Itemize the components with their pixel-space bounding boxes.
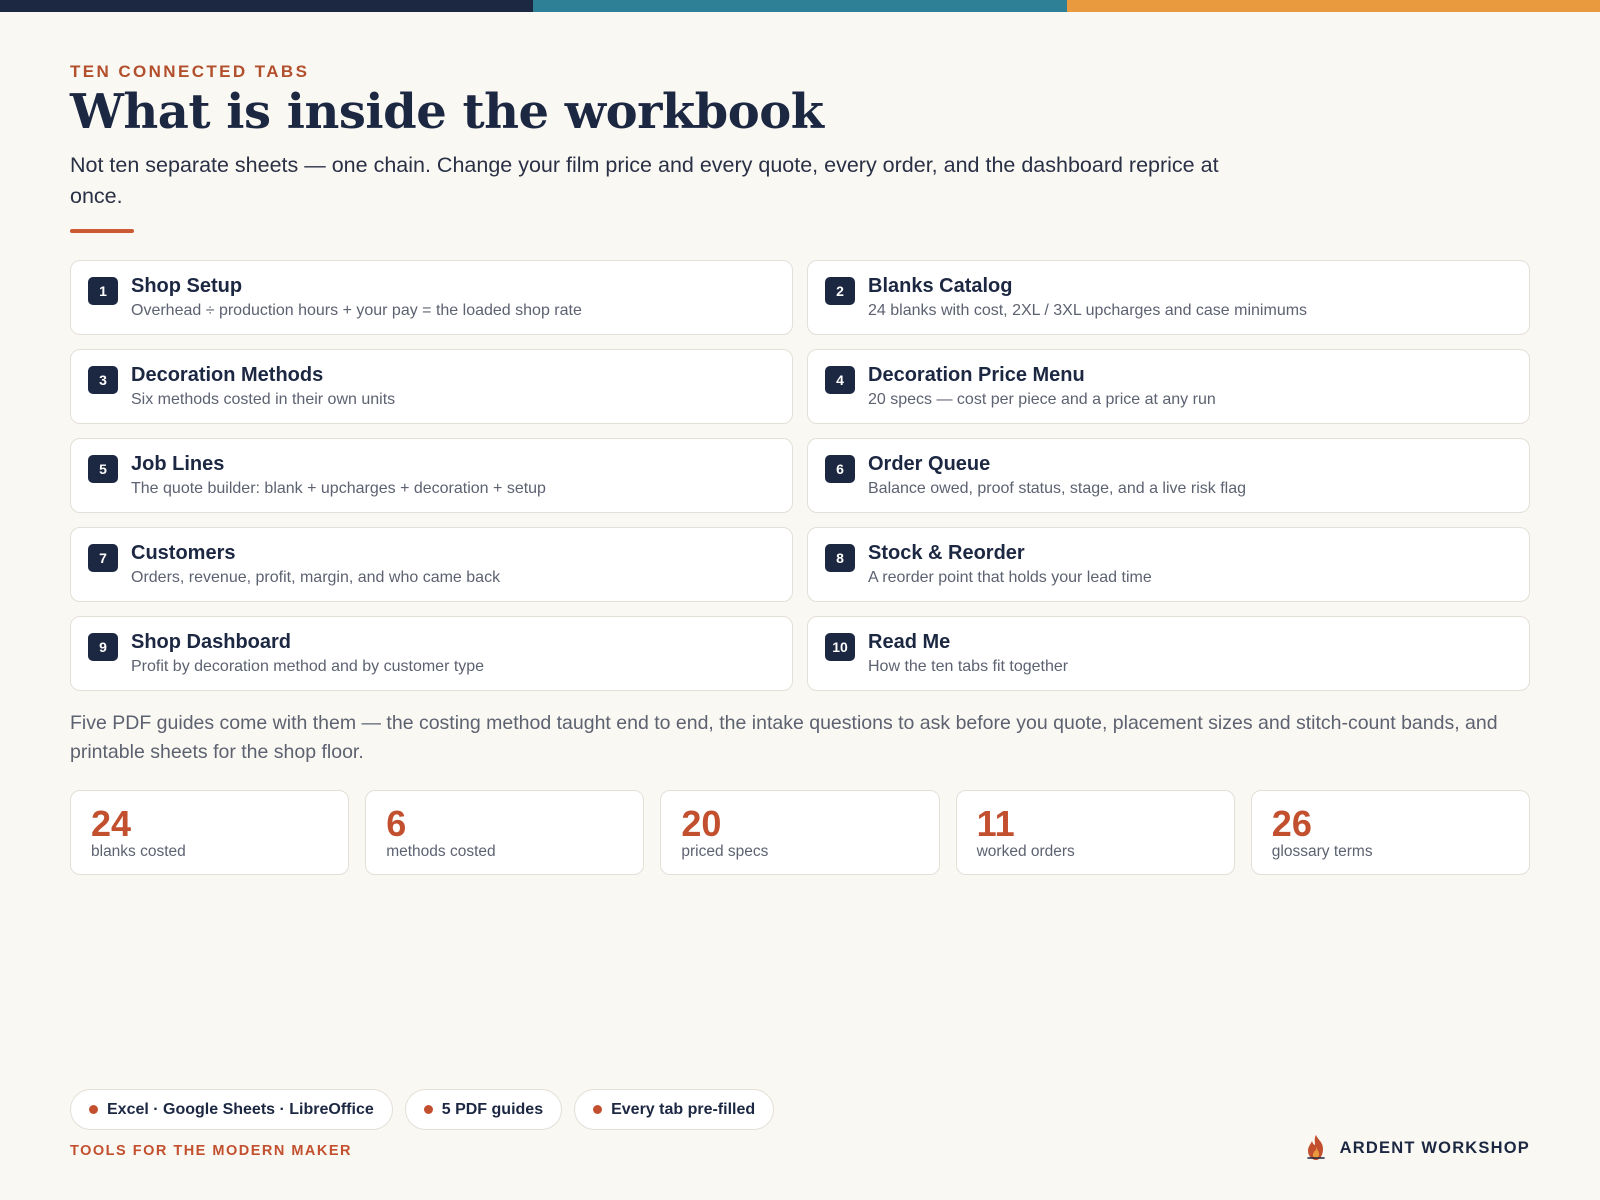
tab-number-badge: 6 [825,455,855,483]
tab-card-stock-reorder: 8 Stock & Reorder A reorder point that h… [807,527,1530,602]
bullet-dot-icon [423,1105,433,1114]
tab-number-badge: 8 [825,544,855,572]
stat-label: priced specs [681,843,769,860]
tab-number-badge: 3 [88,366,118,394]
badge-compatibility: Excel · Google Sheets · LibreOffice [70,1089,393,1130]
top-bar-orange-segment [1066,0,1600,12]
stat-card-orders: 11 worked orders [955,790,1235,875]
tab-name: Decoration Price Menu [868,364,1085,386]
tab-name: Decoration Methods [131,364,324,386]
tab-name: Stock & Reorder [868,542,1025,564]
tab-description: A reorder point that holds your lead tim… [868,569,1152,586]
tab-card-blanks-catalog: 2 Blanks Catalog 24 blanks with cost, 2X… [807,260,1530,335]
badge-prefilled: Every tab pre-filled [574,1089,775,1130]
top-color-bar [0,0,1600,12]
tab-description: Overhead ÷ production hours + your pay =… [131,302,582,319]
tab-number-badge: 7 [88,544,118,572]
tab-description: Balance owed, proof status, stage, and a… [868,480,1246,497]
tab-card-shop-setup: 1 Shop Setup Overhead ÷ production hours… [70,260,793,335]
stat-label: glossary terms [1271,843,1373,860]
stat-value: 24 [91,803,132,844]
accent-divider [70,229,134,233]
tab-number-badge: 1 [88,277,118,305]
stat-card-methods: 6 methods costed [365,790,645,875]
tab-name: Order Queue [868,453,991,475]
tab-number-badge: 5 [88,455,118,483]
stats-row: 24 blanks costed 6 methods costed 20 pri… [70,790,1530,875]
tab-name: Customers [131,542,236,564]
stat-value: 6 [386,803,407,844]
tab-number-badge: 10 [825,633,855,661]
pdf-guides-paragraph: Five PDF guides come with them — the cos… [70,712,1498,763]
stat-card-blanks: 24 blanks costed [70,790,350,875]
stat-label: methods costed [386,843,496,860]
tab-description: How the ten tabs fit together [868,658,1069,675]
feature-badges: Excel · Google Sheets · LibreOffice 5 PD… [70,1089,775,1130]
tab-card-read-me: 10 Read Me How the ten tabs fit together [807,616,1530,691]
tab-name: Shop Setup [131,275,243,297]
top-bar-navy-segment [0,0,534,12]
tab-description: Profit by decoration method and by custo… [131,658,485,675]
badge-label: 5 PDF guides [441,1100,544,1118]
stat-card-glossary: 26 glossary terms [1250,790,1530,875]
tab-description: The quote builder: blank + upcharges + d… [131,480,546,497]
tab-number-badge: 4 [825,366,855,394]
stat-value: 20 [681,803,722,844]
eyebrow-label: TEN CONNECTED TABS [70,62,310,81]
tab-name: Blanks Catalog [868,275,1013,297]
tab-name: Job Lines [131,453,225,475]
badge-pdf-guides: 5 PDF guides [404,1089,563,1130]
stat-card-specs: 20 priced specs [660,790,940,875]
tab-card-job-lines: 5 Job Lines The quote builder: blank + u… [70,438,793,513]
tab-description: Orders, revenue, profit, margin, and who… [131,569,501,586]
tab-card-decoration-methods: 3 Decoration Methods Six methods costed … [70,349,793,424]
tab-number-badge: 9 [88,633,118,661]
intro-paragraph: Not ten separate sheets — one chain. Cha… [70,153,1219,208]
stat-value: 26 [1271,803,1312,844]
tab-description: 20 specs — cost per piece and a price at… [868,391,1216,408]
stat-label: worked orders [976,843,1075,860]
tab-card-decoration-price-menu: 4 Decoration Price Menu 20 specs — cost … [807,349,1530,424]
flame-icon [1306,1135,1325,1160]
tab-card-shop-dashboard: 9 Shop Dashboard Profit by decoration me… [70,616,793,691]
badge-label: Excel · Google Sheets · LibreOffice [107,1100,374,1118]
bullet-dot-icon [593,1105,603,1114]
brand-lockup: ARDENT WORKSHOP [1304,1134,1530,1162]
bullet-dot-icon [89,1105,98,1114]
stat-value: 11 [976,803,1015,844]
tab-number-badge: 2 [825,277,855,305]
tab-description: Six methods costed in their own units [131,391,396,408]
page-title: What is inside the workbook [70,84,824,140]
tab-card-order-queue: 6 Order Queue Balance owed, proof status… [807,438,1530,513]
stat-label: blanks costed [91,843,186,860]
tab-description: 24 blanks with cost, 2XL / 3XL upcharges… [868,302,1308,319]
top-bar-teal-segment [533,0,1067,12]
tab-card-customers: 7 Customers Orders, revenue, profit, mar… [70,527,793,602]
brand-name: ARDENT WORKSHOP [1339,1138,1530,1157]
tab-grid: 1 Shop Setup Overhead ÷ production hours… [70,260,1530,691]
footer-tagline: TOOLS FOR THE MODERN MAKER [70,1143,353,1159]
tab-name: Shop Dashboard [131,631,292,653]
tab-name: Read Me [868,631,951,653]
badge-label: Every tab pre-filled [611,1100,756,1118]
